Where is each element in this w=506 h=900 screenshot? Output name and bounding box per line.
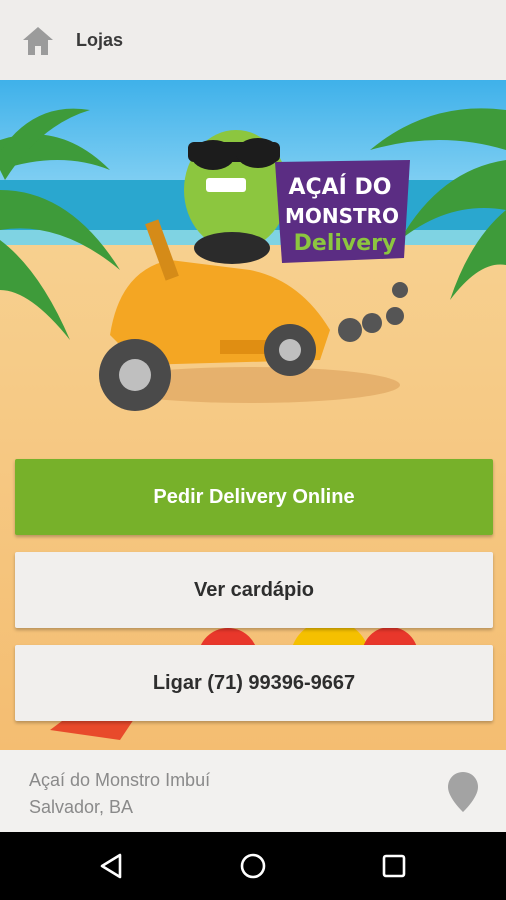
recents-icon[interactable] [378,850,410,882]
page-title: Lojas [76,30,124,50]
view-menu-button[interactable]: Ver cardápio [15,552,493,628]
logo-line-2: MONSTRO [285,204,399,228]
back-icon[interactable] [96,850,128,882]
store-city: Salvador, BA [29,797,134,817]
store-info-bar: Açaí do Monstro Imbuí Salvador, BA [0,750,506,832]
store-name: Açaí do Monstro Imbuí [29,770,211,790]
call-store-button[interactable]: Ligar (71) 99396-9667 [15,645,493,721]
logo-line-1: AÇAÍ DO [288,174,391,200]
map-pin-icon[interactable] [446,770,480,814]
order-delivery-button[interactable]: Pedir Delivery Online [15,459,493,535]
home-circle-icon[interactable] [237,850,269,882]
system-nav-bar [0,832,506,900]
home-icon[interactable] [20,24,56,58]
logo-line-3: Delivery [294,231,397,256]
app-bar: Lojas [0,0,506,80]
